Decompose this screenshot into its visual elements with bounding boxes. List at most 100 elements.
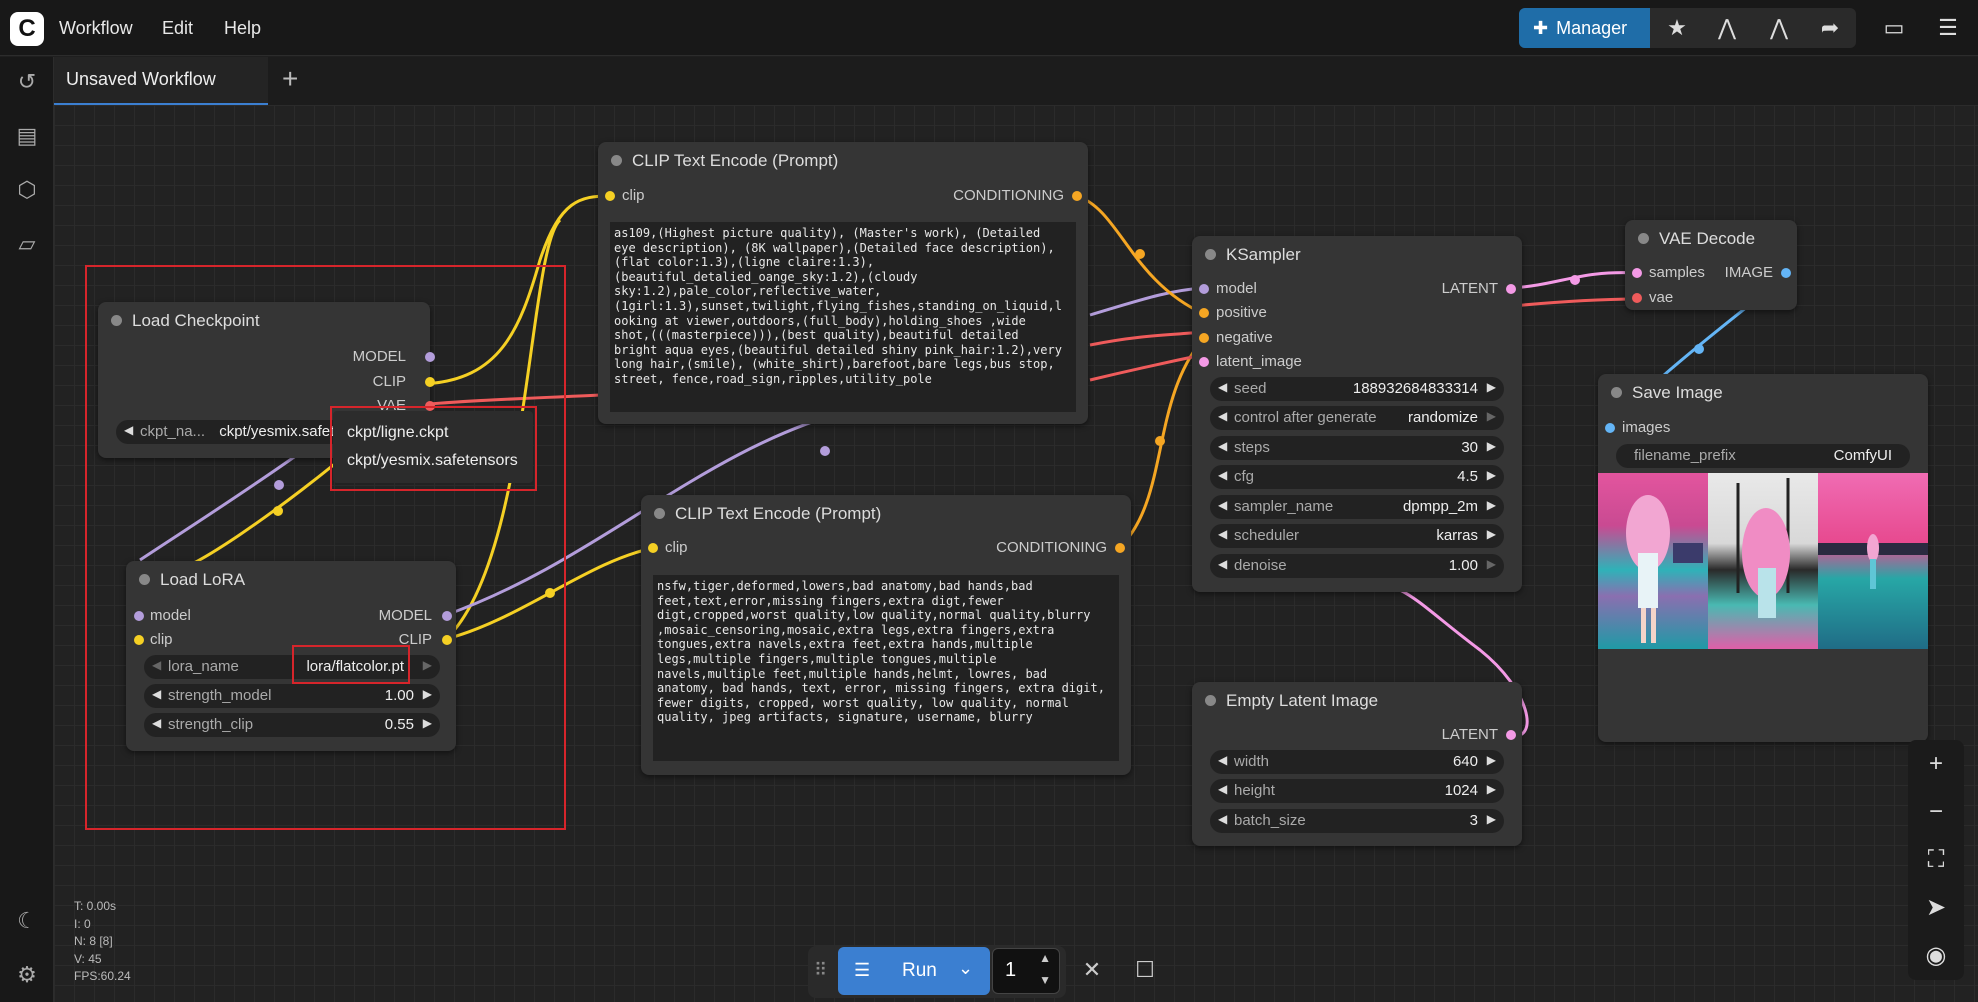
decrement-icon[interactable]: ▼: [1039, 973, 1051, 987]
width-widget[interactable]: ◀ width 640 ▶: [1210, 750, 1504, 774]
filename-prefix-widget[interactable]: filename_prefix ComfyUI: [1616, 444, 1910, 468]
stat-nodes: N: 8 [8]: [74, 934, 113, 948]
right-arrow-icon[interactable]: ▶: [1487, 409, 1496, 423]
reroute-dot-pos: [1135, 249, 1145, 259]
zoom-out-icon[interactable]: −: [1918, 794, 1954, 830]
right-arrow-icon[interactable]: ▶: [1487, 753, 1496, 767]
output-image-thumbnail[interactable]: [1708, 473, 1818, 649]
run-label: Run: [902, 960, 937, 981]
height-widget[interactable]: ◀ height 1024 ▶: [1210, 779, 1504, 803]
widget-label: cfg: [1234, 468, 1255, 485]
right-arrow-icon[interactable]: ▶: [1487, 812, 1496, 826]
input-vae-socket[interactable]: [1632, 293, 1642, 303]
widget-label: height: [1234, 782, 1275, 799]
zoom-in-icon[interactable]: +: [1918, 746, 1954, 782]
right-arrow-icon[interactable]: ▶: [1487, 380, 1496, 394]
node-clip-text-encode-negative[interactable]: CLIP Text Encode (Prompt) clip CONDITION…: [641, 495, 1131, 775]
right-arrow-icon[interactable]: ▶: [1487, 468, 1496, 482]
stop-square-icon[interactable]: ☐: [1127, 952, 1163, 988]
widget-value: dpmpp_2m: [1402, 498, 1478, 515]
select-mode-icon[interactable]: ➤: [1918, 890, 1954, 926]
node-title[interactable]: KSampler: [1192, 236, 1522, 272]
denoise-widget[interactable]: ◀ denoise 1.00 ▶: [1210, 554, 1504, 578]
input-clip-socket[interactable]: [605, 191, 615, 201]
node-title[interactable]: Empty Latent Image: [1192, 682, 1522, 718]
output-image-thumbnail[interactable]: [1598, 473, 1708, 649]
sampler-name-widget[interactable]: ◀ sampler_name dpmpp_2m ▶: [1210, 495, 1504, 519]
node-title[interactable]: Save Image: [1598, 374, 1928, 410]
left-arrow-icon[interactable]: ◀: [1218, 439, 1227, 453]
input-latent-socket[interactable]: [1199, 357, 1209, 367]
run-button[interactable]: ☰ Run ⌄: [838, 947, 990, 995]
widget-label: control after generate: [1234, 409, 1377, 426]
control-after-generate-widget[interactable]: ◀ control after generate randomize ▶: [1210, 406, 1504, 430]
input-model-socket[interactable]: [1199, 284, 1209, 294]
left-arrow-icon[interactable]: ◀: [1218, 468, 1227, 482]
output-latent-socket[interactable]: [1506, 730, 1516, 740]
node-empty-latent-image[interactable]: Empty Latent Image LATENT ◀ width 640 ▶ ◀ he…: [1192, 682, 1522, 846]
output-latent-label: LATENT: [1441, 726, 1498, 743]
node-title[interactable]: CLIP Text Encode (Prompt): [641, 495, 1131, 531]
left-arrow-icon[interactable]: ◀: [1218, 498, 1227, 512]
left-arrow-icon[interactable]: ◀: [1218, 527, 1227, 541]
left-arrow-icon[interactable]: ◀: [1218, 812, 1227, 826]
canvas-stats: T: 0.00s I: 0 N: 8 [8] V: 45 FPS:60.24: [74, 898, 131, 986]
widget-label: denoise: [1234, 557, 1287, 574]
increment-icon[interactable]: ▲: [1039, 951, 1051, 965]
fit-view-icon[interactable]: ⛶: [1918, 842, 1954, 878]
output-conditioning-socket[interactable]: [1072, 191, 1082, 201]
output-image-label: IMAGE: [1724, 264, 1773, 281]
widget-value: 1.00: [1448, 557, 1478, 574]
input-images-socket[interactable]: [1605, 423, 1615, 433]
node-vae-decode[interactable]: VAE Decode samples vae IMAGE: [1625, 220, 1797, 310]
seed-widget[interactable]: ◀ seed 188932684833314 ▶: [1210, 377, 1504, 401]
cancel-x-icon[interactable]: ✕: [1074, 952, 1110, 988]
filename-prefix-label: filename_prefix: [1634, 447, 1736, 464]
widget-value: 640: [1452, 753, 1478, 770]
reroute-dot-image: [1694, 344, 1704, 354]
widget-value: 4.5: [1457, 468, 1478, 485]
node-title[interactable]: VAE Decode: [1625, 220, 1797, 256]
input-positive-socket[interactable]: [1199, 308, 1209, 318]
output-image-socket[interactable]: [1781, 268, 1791, 278]
wire-lora-model-to-ksampler-b: [1089, 286, 1205, 317]
toggle-links-eye-icon[interactable]: ◉: [1918, 938, 1954, 974]
chevron-down-icon[interactable]: ⌄: [958, 958, 973, 979]
highlight-box-lora-area: [85, 265, 566, 830]
output-conditioning-socket[interactable]: [1115, 543, 1125, 553]
left-arrow-icon[interactable]: ◀: [1218, 753, 1227, 767]
input-model-label: model: [1216, 280, 1257, 297]
anime-girl-image-3: [1818, 534, 1928, 589]
right-arrow-icon[interactable]: ▶: [1487, 782, 1496, 796]
left-arrow-icon[interactable]: ◀: [1218, 557, 1227, 571]
output-latent-label: LATENT: [1441, 280, 1498, 297]
left-arrow-icon[interactable]: ◀: [1218, 782, 1227, 796]
input-clip-socket[interactable]: [648, 543, 658, 553]
left-arrow-icon[interactable]: ◀: [1218, 409, 1227, 423]
steps-widget[interactable]: ◀ steps 30 ▶: [1210, 436, 1504, 460]
right-arrow-icon[interactable]: ▶: [1487, 527, 1496, 541]
left-arrow-icon[interactable]: ◀: [1218, 380, 1227, 394]
scheduler-widget[interactable]: ◀ scheduler karras ▶: [1210, 524, 1504, 548]
input-samples-label: samples: [1649, 264, 1705, 281]
node-title[interactable]: CLIP Text Encode (Prompt): [598, 142, 1088, 178]
input-samples-socket[interactable]: [1632, 268, 1642, 278]
right-arrow-icon[interactable]: ▶: [1487, 498, 1496, 512]
wire-negative-link: [1089, 330, 1205, 347]
batch-count-value: 1: [1005, 959, 1017, 981]
batch-count-input[interactable]: 1 ▲ ▼: [992, 948, 1060, 994]
widget-label: sampler_name: [1234, 498, 1334, 515]
positive-prompt-textarea[interactable]: as109,(Highest picture quality), (Master…: [610, 222, 1076, 412]
drag-handle-icon[interactable]: ⠿: [814, 960, 827, 981]
node-clip-text-encode-positive[interactable]: CLIP Text Encode (Prompt) clip CONDITION…: [598, 142, 1088, 424]
cfg-widget[interactable]: ◀ cfg 4.5 ▶: [1210, 465, 1504, 489]
negative-prompt-textarea[interactable]: nsfw,tiger,deformed,lowers,bad anatomy,b…: [653, 575, 1119, 761]
right-arrow-icon[interactable]: ▶: [1487, 557, 1496, 571]
output-latent-socket[interactable]: [1506, 284, 1516, 294]
batch-size-widget[interactable]: ◀ batch_size 3 ▶: [1210, 809, 1504, 833]
output-image-thumbnail[interactable]: [1818, 473, 1928, 649]
input-negative-socket[interactable]: [1199, 333, 1209, 343]
anime-girl-image-2: [1736, 478, 1790, 618]
right-arrow-icon[interactable]: ▶: [1487, 439, 1496, 453]
node-ksampler[interactable]: KSampler model positive negative latent_…: [1192, 236, 1522, 592]
